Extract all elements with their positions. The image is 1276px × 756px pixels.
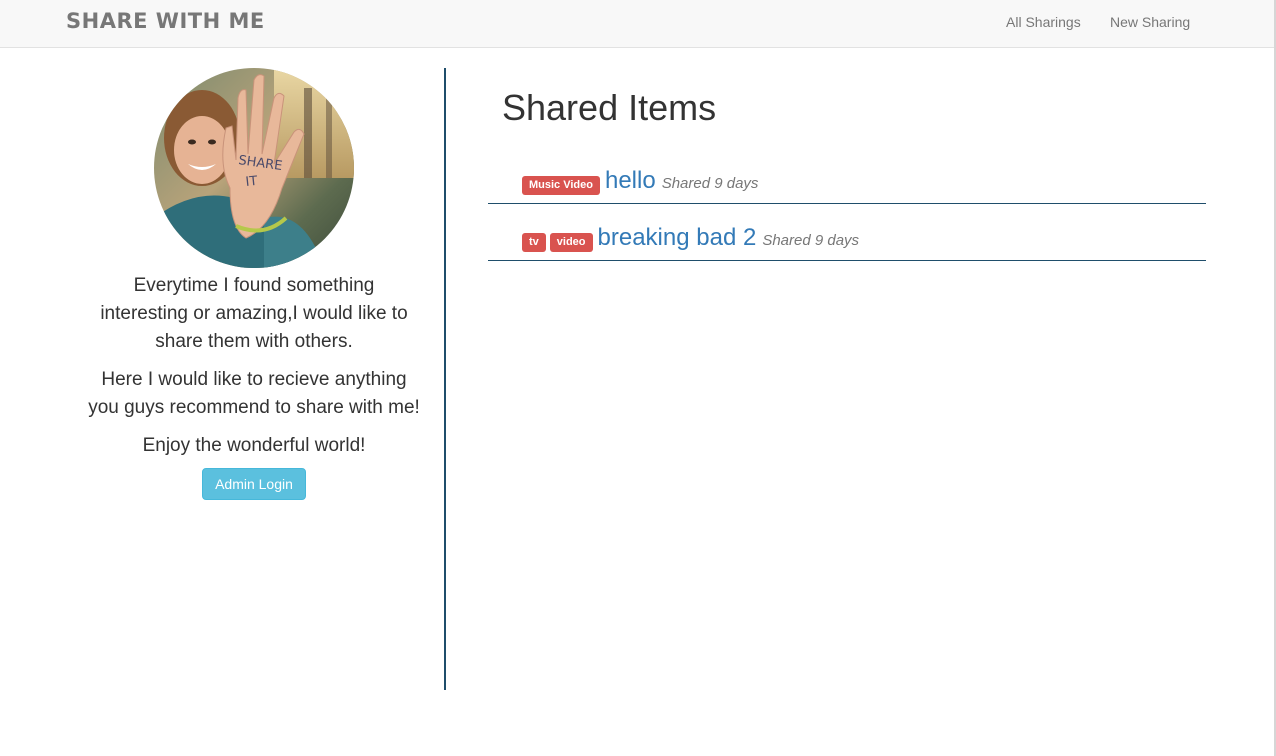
profile-sidebar: SHARE IT Everytime I found something int… [86,68,422,500]
list-item: tv video breaking bad 2 Shared 9 days [488,219,1206,261]
main-content: Shared Items Music Video hello Shared 9 … [488,84,1206,276]
brand-link[interactable]: SHARE WITH ME [66,9,265,33]
bio-paragraph-3: Enjoy the wonderful world! [142,435,366,456]
avatar-photo: SHARE IT [154,68,354,268]
vertical-divider [444,68,446,690]
list-item: Music Video hello Shared 9 days [488,162,1206,204]
avatar: SHARE IT [154,68,354,268]
nav-new-sharing[interactable]: New Sharing [1110,14,1190,30]
page-title: Shared Items [502,87,717,128]
navbar: SHARE WITH ME All Sharings New Sharing [0,0,1276,48]
shared-time: Shared 9 days [762,232,860,249]
category-label[interactable]: Music Video [522,176,600,195]
item-title-link[interactable]: breaking bad 2 [598,224,757,252]
category-label[interactable]: tv [522,233,546,252]
hand-text-it: IT [245,174,258,190]
bio-paragraph-2: Here I would like to recieve anything yo… [88,369,420,418]
bio-paragraph-1: Everytime I found something interesting … [100,275,408,352]
admin-login-button[interactable]: Admin Login [202,468,306,500]
category-label[interactable]: video [549,233,593,252]
item-title-link[interactable]: hello [605,167,656,195]
nav-all-sharings[interactable]: All Sharings [1006,14,1081,30]
shared-time: Shared 9 days [661,175,759,192]
